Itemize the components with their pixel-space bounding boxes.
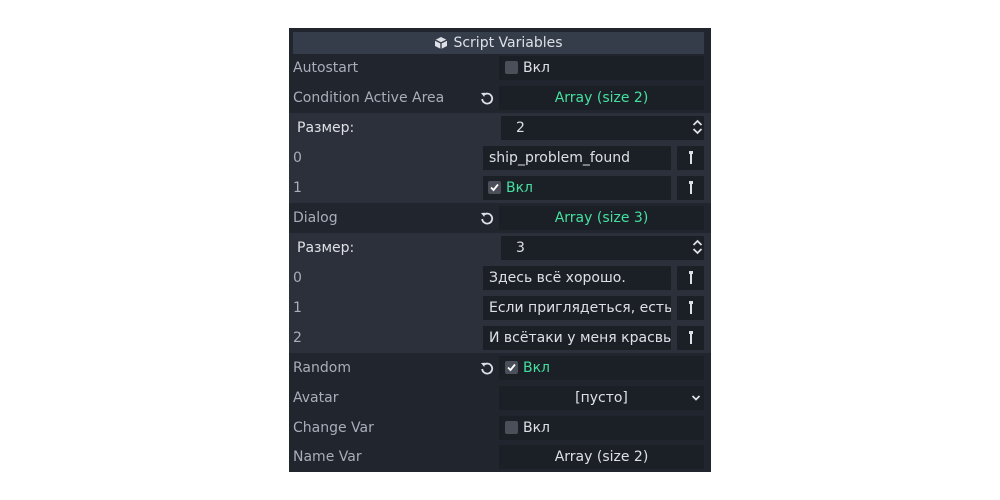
dialog-item-2: 2 И всётаки у меня красвы [289, 323, 711, 353]
name-var-array-button[interactable]: Array (size 2) [499, 445, 704, 469]
prop-name-var: Name Var Array (size 2) [289, 442, 711, 472]
autostart-toggle-label: Вкл [523, 60, 551, 76]
prop-dialog-size: Размер: 3 [289, 233, 711, 263]
item-index: 0 [293, 270, 302, 286]
edit-item-2-button[interactable] [677, 326, 704, 350]
size-value: 3 [516, 240, 525, 256]
edit-item-1-button[interactable] [677, 176, 704, 200]
dialog-size-spinbox[interactable]: 3 [501, 236, 704, 260]
change-var-toggle-label: Вкл [523, 420, 551, 436]
dialog-item-0-input[interactable]: Здесь всё хорошо. [483, 266, 671, 290]
size-value: 2 [516, 120, 525, 136]
condition-array-button[interactable]: Array (size 2) [499, 86, 704, 110]
size-label: Размер: [297, 240, 355, 256]
prop-label: Condition Active Area [293, 90, 445, 106]
size-label: Размер: [297, 120, 355, 136]
inspector-panel: Script Variables Autostart Вкл Condition… [289, 28, 711, 472]
edit-item-0-button[interactable] [677, 266, 704, 290]
spin-updown-icon[interactable] [692, 238, 703, 260]
prop-autostart: Autostart Вкл [289, 53, 711, 83]
dialog-item-1-input[interactable]: Если приглядеться, есть [483, 296, 671, 320]
prop-label: Avatar [293, 390, 339, 406]
change-var-checkbox[interactable] [505, 421, 518, 434]
condition-item-1-label: Вкл [506, 180, 534, 196]
condition-item-0-input[interactable]: ship_problem_found [483, 146, 671, 170]
prop-label: Change Var [293, 420, 374, 436]
dialog-array-button[interactable]: Array (size 3) [499, 206, 704, 230]
condition-item-1: 1 Вкл [289, 173, 711, 203]
prop-avatar: Avatar [пусто] [289, 383, 711, 413]
prop-label: Autostart [293, 60, 359, 76]
condition-size-spinbox[interactable]: 2 [501, 116, 704, 140]
prop-random: Random Вкл [289, 353, 711, 383]
item-index: 2 [293, 330, 302, 346]
condition-item-0: 0 ship_problem_found [289, 143, 711, 173]
dialog-item-0: 0 Здесь всё хорошо. [289, 263, 711, 293]
spin-updown-icon[interactable] [692, 118, 703, 140]
dialog-item-1: 1 Если приглядеться, есть [289, 293, 711, 323]
prop-label: Name Var [293, 449, 362, 465]
prop-condition-size: Размер: 2 [289, 113, 711, 143]
revert-icon[interactable] [480, 361, 494, 375]
chevron-down-icon[interactable] [691, 392, 701, 408]
edit-item-1-button[interactable] [677, 296, 704, 320]
dialog-item-2-input[interactable]: И всётаки у меня красвы [483, 326, 671, 350]
cube-icon [434, 36, 448, 50]
edit-item-0-button[interactable] [677, 146, 704, 170]
script-variables-header[interactable]: Script Variables [293, 32, 704, 54]
header-title: Script Variables [453, 35, 563, 51]
avatar-resource-picker[interactable]: [пусто] [499, 386, 704, 410]
prop-label: Random [293, 360, 351, 376]
prop-label: Dialog [293, 210, 338, 226]
random-toggle-label: Вкл [523, 360, 551, 376]
prop-dialog: Dialog Array (size 3) [289, 203, 711, 233]
item-index: 1 [293, 180, 302, 196]
item-index: 1 [293, 300, 302, 316]
prop-condition-active-area: Condition Active Area Array (size 2) [289, 83, 711, 113]
revert-icon[interactable] [480, 211, 494, 225]
prop-change-var: Change Var Вкл [289, 413, 711, 443]
item-index: 0 [293, 150, 302, 166]
autostart-checkbox[interactable] [505, 61, 518, 74]
revert-icon[interactable] [480, 91, 494, 105]
condition-item-1-checkbox[interactable] [488, 181, 501, 194]
random-checkbox[interactable] [505, 361, 518, 374]
